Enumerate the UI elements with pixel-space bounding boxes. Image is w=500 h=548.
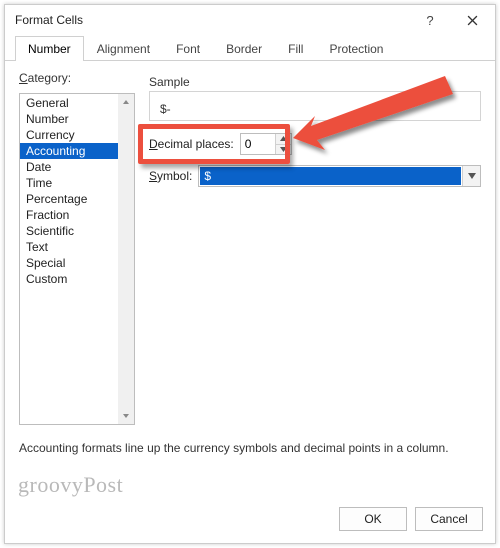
category-item-percentage[interactable]: Percentage <box>20 191 118 207</box>
symbol-value: $ <box>200 167 461 185</box>
category-item-text[interactable]: Text <box>20 239 118 255</box>
tab-protection[interactable]: Protection <box>316 36 396 61</box>
chevron-down-icon <box>280 147 287 152</box>
decimal-places-spinner[interactable] <box>240 133 292 155</box>
symbol-dropdown[interactable]: $ <box>198 165 481 187</box>
category-item-date[interactable]: Date <box>20 159 118 175</box>
decimal-decrement-button[interactable] <box>276 144 291 155</box>
close-icon <box>467 15 478 26</box>
tab-fill[interactable]: Fill <box>275 36 316 61</box>
dialog-buttons: OK Cancel <box>5 499 495 543</box>
category-item-time[interactable]: Time <box>20 175 118 191</box>
category-item-currency[interactable]: Currency <box>20 127 118 143</box>
category-listbox[interactable]: General Number Currency Accounting Date … <box>19 93 135 425</box>
category-description: Accounting formats line up the currency … <box>19 441 481 455</box>
chevron-up-icon <box>280 136 287 141</box>
category-item-custom[interactable]: Custom <box>20 271 118 287</box>
decimal-increment-button[interactable] <box>276 134 291 144</box>
chevron-down-icon <box>122 412 130 420</box>
close-button[interactable] <box>451 6 493 34</box>
scroll-down-button[interactable] <box>118 408 134 424</box>
symbol-label: Symbol: <box>149 169 192 183</box>
category-item-accounting[interactable]: Accounting <box>20 143 118 159</box>
category-item-general[interactable]: General <box>20 95 118 111</box>
titlebar: Format Cells ? <box>5 5 495 35</box>
options-panel: Sample $- Decimal places: Symbol: $ <box>149 75 481 187</box>
decimal-places-label: Decimal places: <box>149 137 234 151</box>
chevron-down-icon <box>468 173 476 179</box>
ok-button[interactable]: OK <box>339 507 407 531</box>
chevron-up-icon <box>122 98 130 106</box>
scroll-track[interactable] <box>118 110 134 408</box>
category-scrollbar[interactable] <box>118 94 134 424</box>
tab-number[interactable]: Number <box>15 36 84 61</box>
cancel-button[interactable]: Cancel <box>415 507 483 531</box>
category-item-special[interactable]: Special <box>20 255 118 271</box>
scroll-up-button[interactable] <box>118 94 134 110</box>
category-item-fraction[interactable]: Fraction <box>20 207 118 223</box>
tab-alignment[interactable]: Alignment <box>84 36 163 61</box>
format-cells-dialog: Format Cells ? Number Alignment Font Bor… <box>4 4 496 544</box>
sample-value: $- <box>160 102 171 116</box>
dialog-title: Format Cells <box>15 13 409 27</box>
tab-bar: Number Alignment Font Border Fill Protec… <box>5 35 495 61</box>
help-button[interactable]: ? <box>409 6 451 34</box>
category-item-number[interactable]: Number <box>20 111 118 127</box>
category-list: General Number Currency Accounting Date … <box>20 94 118 424</box>
decimal-places-row: Decimal places: <box>149 133 481 155</box>
decimal-places-input[interactable] <box>241 134 275 154</box>
symbol-row: Symbol: $ <box>149 165 481 187</box>
tab-content: Category: General Number Currency Accoun… <box>5 61 495 499</box>
category-item-scientific[interactable]: Scientific <box>20 223 118 239</box>
tab-border[interactable]: Border <box>213 36 275 61</box>
symbol-dropdown-arrow[interactable] <box>462 166 480 186</box>
sample-label: Sample <box>149 75 481 89</box>
tab-font[interactable]: Font <box>163 36 213 61</box>
sample-box: $- <box>149 91 481 121</box>
